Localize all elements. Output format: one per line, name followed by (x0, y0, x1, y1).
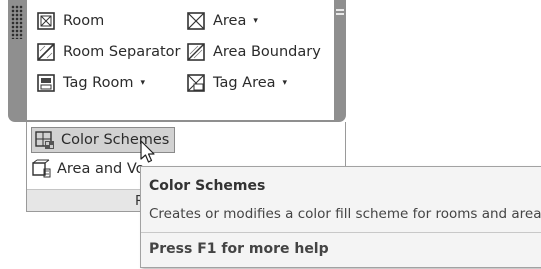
area-button[interactable]: Area ▾ (186, 10, 258, 32)
color-schemes-icon (35, 131, 54, 149)
area-volume-computations-button[interactable]: Area and Vo (31, 157, 145, 181)
room-separator-button[interactable]: Room Separator (36, 41, 180, 63)
room-separator-icon (37, 43, 55, 61)
area-volume-computations-label: Area and Vo (57, 161, 145, 177)
area-icon (187, 12, 205, 30)
room-area-panel: Room Area ▾ Room Separator Area Boundary… (8, 0, 346, 122)
area-volume-computations-icon (32, 159, 51, 178)
panel-tools-area: Room Area ▾ Room Separator Area Boundary… (27, 0, 334, 120)
area-boundary-icon (187, 43, 205, 61)
tag-area-button[interactable]: Tag Area ▾ (186, 72, 287, 94)
tooltip-description: Creates or modifies a color fill scheme … (149, 206, 541, 222)
tag-area-label: Tag Area (213, 75, 276, 91)
tag-room-dropdown-caret[interactable]: ▾ (140, 78, 145, 88)
tooltip-title: Color Schemes (149, 178, 266, 194)
tooltip-divider (141, 232, 541, 233)
color-schemes-tooltip: Color Schemes Creates or modifies a colo… (140, 166, 541, 268)
area-dropdown-caret[interactable]: ▾ (253, 16, 258, 26)
panel-grip-handle[interactable] (11, 5, 23, 39)
area-boundary-label: Area Boundary (213, 44, 321, 60)
area-boundary-button[interactable]: Area Boundary (186, 41, 321, 63)
panel-pin-icon[interactable] (336, 9, 344, 15)
room-button[interactable]: Room (36, 10, 104, 32)
tooltip-help-hint: Press F1 for more help (149, 241, 329, 257)
tag-room-button[interactable]: Tag Room ▾ (36, 72, 145, 94)
room-label: Room (63, 13, 105, 29)
mouse-pointer-icon (140, 140, 155, 163)
tag-area-dropdown-caret[interactable]: ▾ (283, 78, 288, 88)
room-separator-label: Room Separator (63, 44, 181, 60)
tag-area-icon (187, 74, 205, 92)
tag-room-icon (37, 74, 55, 92)
room-icon (37, 12, 55, 30)
area-label: Area (213, 13, 247, 29)
tag-room-label: Tag Room (63, 75, 134, 91)
